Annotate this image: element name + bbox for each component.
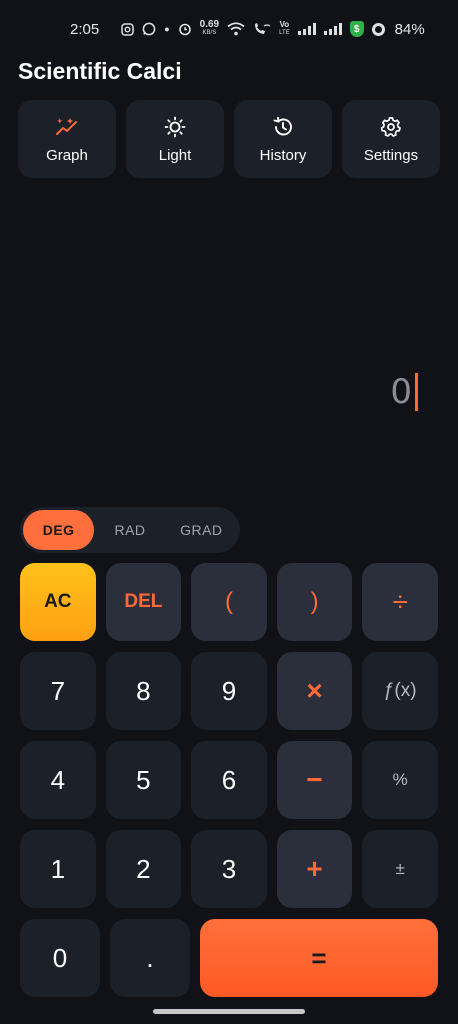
light-theme-button[interactable]: Light bbox=[126, 100, 224, 178]
top-actions: Graph Light History Settings bbox=[18, 100, 440, 178]
signal-icon-2 bbox=[323, 23, 342, 35]
wifi-calling-icon bbox=[253, 22, 271, 36]
net-speed: 0.69 KB/S bbox=[199, 19, 220, 37]
percent-button[interactable]: % bbox=[362, 741, 438, 819]
status-time: 2:05 bbox=[70, 20, 100, 38]
volte-top: Vo bbox=[279, 20, 290, 29]
digit-4-button[interactable]: 4 bbox=[20, 741, 96, 819]
sun-icon bbox=[163, 115, 187, 139]
status-bar: 2:05 ● 0.69 KB/S Vo LTE $ 84% bbox=[0, 0, 458, 58]
plus-button[interactable]: + bbox=[276, 830, 353, 908]
home-indicator[interactable] bbox=[153, 1009, 305, 1014]
dot-icon: ● bbox=[164, 24, 170, 34]
digit-8-button[interactable]: 8 bbox=[105, 652, 182, 730]
key-row-5: 0 . = bbox=[20, 919, 438, 997]
mode-deg[interactable]: DEG bbox=[23, 510, 95, 550]
key-row-2: 7 8 9 × ƒ(x) bbox=[20, 652, 438, 730]
digit-5-button[interactable]: 5 bbox=[105, 741, 182, 819]
mode-rad[interactable]: RAD bbox=[94, 510, 165, 550]
status-icons: ● 0.69 KB/S Vo LTE $ 84% bbox=[121, 19, 425, 38]
alarm-icon bbox=[178, 22, 192, 36]
graph-button[interactable]: Graph bbox=[18, 100, 116, 178]
clear-button[interactable]: AC bbox=[20, 563, 96, 641]
equals-button[interactable]: = bbox=[200, 919, 438, 997]
close-paren-button[interactable]: ) bbox=[276, 563, 353, 641]
digit-1-button[interactable]: 1 bbox=[20, 830, 96, 908]
history-icon bbox=[271, 115, 295, 139]
key-row-1: AC DEL ( ) ÷ bbox=[20, 563, 438, 641]
divide-button[interactable]: ÷ bbox=[362, 563, 438, 641]
history-button[interactable]: History bbox=[234, 100, 332, 178]
instagram-icon bbox=[121, 22, 134, 36]
digit-2-button[interactable]: 2 bbox=[105, 830, 182, 908]
settings-label: Settings bbox=[363, 146, 419, 164]
net-speed-value: 0.69 bbox=[199, 19, 220, 30]
display-value: 0 bbox=[390, 372, 412, 412]
plus-minus-button[interactable]: ± bbox=[362, 830, 438, 908]
graph-icon bbox=[55, 115, 79, 139]
security-shield-icon: $ bbox=[349, 21, 364, 37]
key-row-4: 1 2 3 + ± bbox=[20, 830, 438, 908]
decimal-button[interactable]: . bbox=[110, 919, 190, 997]
volte-icon: Vo LTE bbox=[279, 21, 290, 37]
digit-7-button[interactable]: 7 bbox=[20, 652, 96, 730]
function-button[interactable]: ƒ(x) bbox=[362, 652, 438, 730]
signal-icon-1 bbox=[297, 23, 316, 35]
settings-button[interactable]: Settings bbox=[342, 100, 440, 178]
minus-button[interactable]: − bbox=[276, 741, 353, 819]
expression-display[interactable]: 0 bbox=[390, 370, 418, 414]
text-cursor bbox=[415, 373, 418, 411]
keypad: AC DEL ( ) ÷ 7 8 9 × ƒ(x) 4 5 6 − % 1 2 … bbox=[20, 563, 438, 1008]
mode-grad[interactable]: GRAD bbox=[166, 510, 237, 550]
whatsapp-icon bbox=[142, 22, 156, 36]
digit-3-button[interactable]: 3 bbox=[191, 830, 267, 908]
volte-bottom: LTE bbox=[279, 30, 290, 36]
graph-label: Graph bbox=[46, 146, 88, 164]
delete-button[interactable]: DEL bbox=[105, 563, 182, 641]
app-title: Scientific Calci bbox=[18, 58, 182, 84]
digit-0-button[interactable]: 0 bbox=[20, 919, 100, 997]
key-row-3: 4 5 6 − % bbox=[20, 741, 438, 819]
battery-icon bbox=[371, 22, 385, 36]
digit-9-button[interactable]: 9 bbox=[191, 652, 267, 730]
light-label: Light bbox=[158, 146, 192, 164]
open-paren-button[interactable]: ( bbox=[191, 563, 267, 641]
battery-percent: 84% bbox=[394, 20, 425, 38]
angle-mode-selector: DEG RAD GRAD bbox=[20, 507, 240, 553]
net-speed-unit: KB/S bbox=[202, 30, 217, 36]
gear-icon bbox=[379, 115, 403, 139]
wifi-icon bbox=[227, 22, 245, 36]
history-label: History bbox=[259, 146, 307, 164]
multiply-button[interactable]: × bbox=[276, 652, 353, 730]
digit-6-button[interactable]: 6 bbox=[191, 741, 267, 819]
